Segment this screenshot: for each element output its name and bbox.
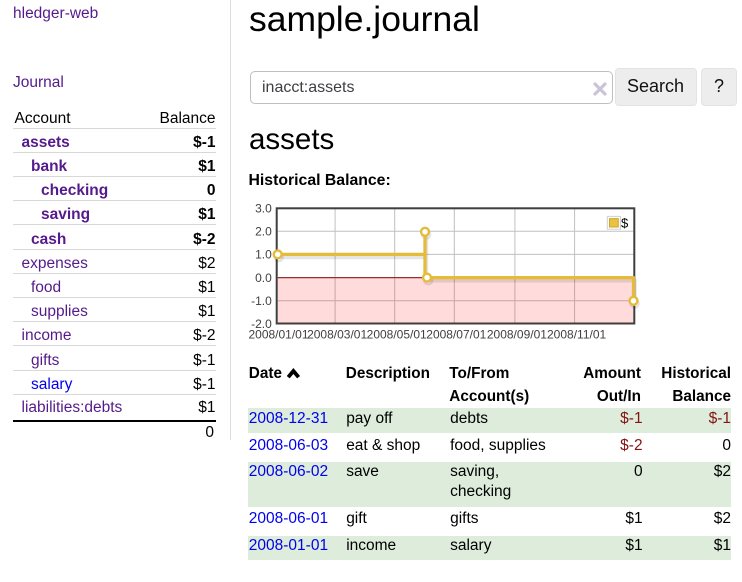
svg-text:3.0: 3.0: [255, 202, 272, 216]
svg-text:$: $: [621, 215, 629, 230]
svg-text:0.0: 0.0: [255, 271, 272, 285]
svg-text:2008/11/01: 2008/11/01: [547, 327, 606, 341]
svg-text:2.0: 2.0: [255, 225, 272, 239]
svg-text:2008/07/01: 2008/07/01: [426, 327, 486, 341]
svg-text:2008/09/01: 2008/09/01: [487, 327, 547, 341]
svg-text:-1.0: -1.0: [251, 294, 272, 308]
svg-text:2008/01/01: 2008/01/01: [248, 327, 308, 341]
svg-text:1.0: 1.0: [255, 248, 272, 262]
svg-text:2008/03/01: 2008/03/01: [307, 327, 367, 341]
svg-text:2008/05/01: 2008/05/01: [367, 327, 427, 341]
